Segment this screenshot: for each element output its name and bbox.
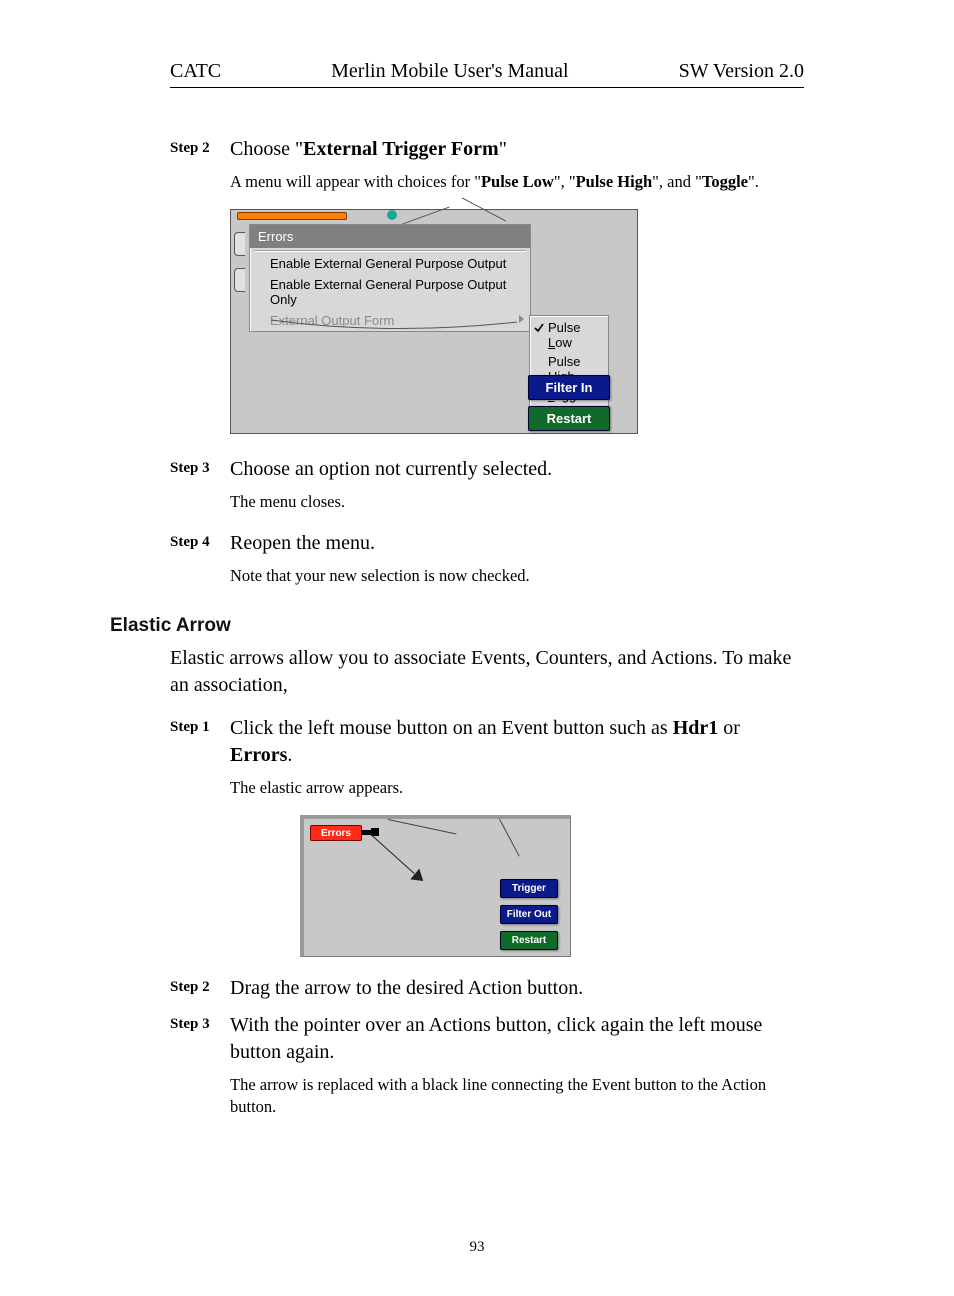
decor-teal-dot — [387, 210, 397, 220]
step-label: Step 3 — [170, 1012, 230, 1066]
menu-separator — [254, 250, 526, 251]
step-body: Drag the arrow to the desired Action but… — [230, 975, 804, 1002]
step-2a-note: A menu will appear with choices for "Pul… — [230, 171, 804, 193]
elastic-arrow-line — [369, 833, 415, 875]
decor-swoosh-line — [269, 316, 519, 336]
step-3a-note: The menu closes. — [230, 491, 804, 513]
step-label: Step 1 — [170, 715, 230, 769]
step-label: Step 4 — [170, 530, 230, 557]
submenu-item-pulse-low[interactable]: Pulse Low — [530, 318, 608, 352]
step-body: Choose an option not currently selected. — [230, 456, 804, 483]
filter-out-button[interactable]: Filter Out — [500, 905, 558, 924]
step-label: Step 2 — [170, 136, 230, 163]
step-4a: Step 4 Reopen the menu. — [170, 530, 804, 557]
checkmark-icon — [534, 321, 544, 331]
decor-line — [388, 819, 457, 836]
figure-menu-screenshot: Errors Enable External General Purpose O… — [230, 209, 638, 434]
step-4a-note: Note that your new selection is now chec… — [230, 565, 804, 587]
errors-event-button[interactable]: Errors — [310, 825, 362, 841]
step-1b-note: The elastic arrow appears. — [230, 777, 804, 799]
filter-in-button[interactable]: Filter In — [528, 375, 610, 400]
step-2a: Step 2 Choose "External Trigger Form" — [170, 136, 804, 163]
trigger-button[interactable]: Trigger — [500, 879, 558, 898]
restart-button[interactable]: Restart — [528, 406, 610, 431]
step-body: Reopen the menu. — [230, 530, 804, 557]
section-title-elastic-arrow: Elastic Arrow — [110, 615, 804, 637]
section-intro: Elastic arrows allow you to associate Ev… — [170, 645, 804, 699]
menu-header: Errors — [250, 225, 530, 248]
figure-elastic-arrow-screenshot: Errors Trigger Filter Out Restart — [300, 815, 571, 957]
page-number: 93 — [80, 1239, 874, 1256]
step-body: Choose "External Trigger Form" — [230, 136, 804, 163]
header-left: CATC — [170, 60, 221, 83]
decor-bracket — [234, 232, 245, 256]
step-label: Step 2 — [170, 975, 230, 1002]
menu-item-enable-output-only[interactable]: Enable External General Purpose Output O… — [250, 274, 530, 310]
step-2b: Step 2 Drag the arrow to the desired Act… — [170, 975, 804, 1002]
step-label: Step 3 — [170, 456, 230, 483]
step-body: Click the left mouse button on an Event … — [230, 715, 804, 769]
page-header: CATC Merlin Mobile User's Manual SW Vers… — [170, 60, 804, 88]
header-right: SW Version 2.0 — [679, 60, 804, 83]
step-body: With the pointer over an Actions button,… — [230, 1012, 804, 1066]
step-1b: Step 1 Click the left mouse button on an… — [170, 715, 804, 769]
restart-button[interactable]: Restart — [500, 931, 558, 950]
step-3a: Step 3 Choose an option not currently se… — [170, 456, 804, 483]
decor-orange-bar — [237, 212, 347, 220]
decor-bracket — [234, 268, 245, 292]
menu-item-enable-output[interactable]: Enable External General Purpose Output — [250, 253, 530, 274]
submenu-arrow-icon — [519, 315, 524, 323]
step-3b: Step 3 With the pointer over an Actions … — [170, 1012, 804, 1066]
step-3b-note: The arrow is replaced with a black line … — [230, 1074, 804, 1119]
decor-line — [498, 819, 519, 857]
header-center: Merlin Mobile User's Manual — [331, 60, 568, 83]
decor-top-lines — [401, 209, 521, 219]
